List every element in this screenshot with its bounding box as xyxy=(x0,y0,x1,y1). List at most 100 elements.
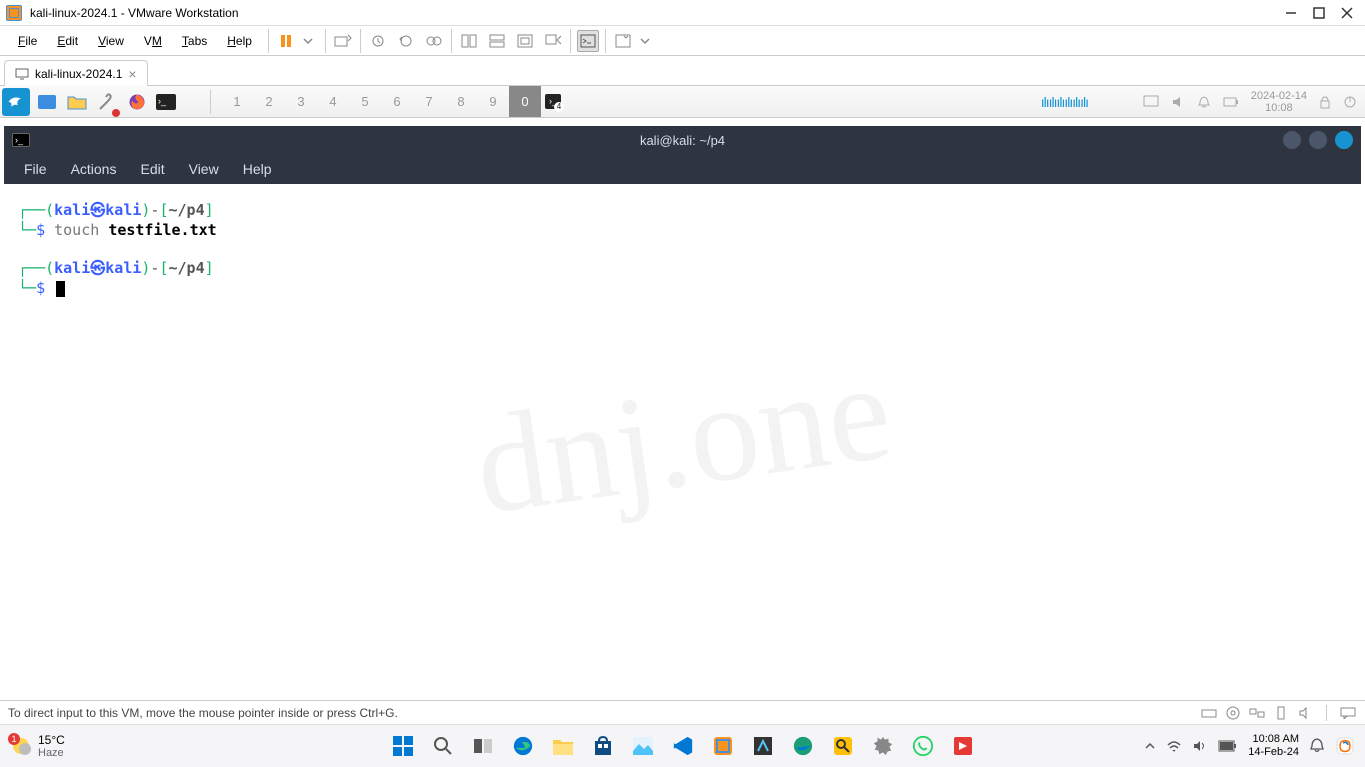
app-icon-3[interactable] xyxy=(947,730,979,762)
panel-files-icon[interactable] xyxy=(62,87,92,117)
windows-taskbar: 1 15°C Haze 10:08 AM 14-Feb-24 xyxy=(0,724,1365,767)
window-title: kali-linux-2024.1 - VMware Workstation xyxy=(30,6,239,20)
panel-power-icon[interactable] xyxy=(1343,95,1357,109)
explorer-icon[interactable] xyxy=(547,730,579,762)
menu-view[interactable]: View xyxy=(88,30,134,52)
layout-double-icon[interactable] xyxy=(486,30,508,52)
snapshot-icon[interactable] xyxy=(367,30,389,52)
whatsapp-icon[interactable] xyxy=(907,730,939,762)
status-sound-icon[interactable] xyxy=(1296,705,1314,721)
start-button[interactable] xyxy=(387,730,419,762)
tray-copilot-icon[interactable] xyxy=(1335,736,1355,756)
fullscreen-icon[interactable] xyxy=(514,30,536,52)
status-usb-icon[interactable] xyxy=(1272,705,1290,721)
store-icon[interactable] xyxy=(587,730,619,762)
vm-tab-label: kali-linux-2024.1 xyxy=(35,67,122,81)
dropdown-icon[interactable] xyxy=(297,30,319,52)
tray-battery-icon[interactable] xyxy=(1218,740,1238,752)
workspace-3[interactable]: 3 xyxy=(285,86,317,117)
layout-single-icon[interactable] xyxy=(458,30,480,52)
minimize-icon[interactable] xyxy=(1285,7,1297,19)
taskbar-weather[interactable]: 1 15°C Haze xyxy=(0,733,75,759)
app-icon-2[interactable] xyxy=(827,730,859,762)
snapshot-manager-icon[interactable] xyxy=(423,30,445,52)
term-menu-help[interactable]: Help xyxy=(231,157,284,181)
terminal-close-icon[interactable] xyxy=(1335,131,1353,149)
taskbar-center xyxy=(387,730,979,762)
panel-firefox-icon[interactable] xyxy=(122,87,152,117)
close-icon[interactable] xyxy=(1341,7,1353,19)
panel-bell-icon[interactable] xyxy=(1197,95,1211,109)
vmware-statusbar: To direct input to this VM, move the mou… xyxy=(0,700,1365,724)
revert-snapshot-icon[interactable] xyxy=(395,30,417,52)
panel-volume-icon[interactable] xyxy=(1171,95,1185,109)
tab-close-icon[interactable]: × xyxy=(128,66,136,82)
status-network-icon[interactable] xyxy=(1248,705,1266,721)
menu-file[interactable]: File xyxy=(8,30,47,52)
term-menu-actions[interactable]: Actions xyxy=(59,157,129,181)
workspace-6[interactable]: 6 xyxy=(381,86,413,117)
menu-help[interactable]: Help xyxy=(217,30,262,52)
status-disk-icon[interactable] xyxy=(1200,705,1218,721)
panel-terminal-icon[interactable]: ›_ xyxy=(156,94,176,110)
separator xyxy=(451,29,452,53)
vm-screen[interactable]: ›_ 1 2 3 4 5 6 7 8 9 0 ›_ 4 ılıılıılıılı… xyxy=(0,86,1365,700)
status-message-icon[interactable] xyxy=(1339,705,1357,721)
vmware-tabbar: kali-linux-2024.1 × xyxy=(0,56,1365,86)
settings-icon[interactable] xyxy=(867,730,899,762)
tray-wifi-icon[interactable] xyxy=(1166,739,1182,753)
separator xyxy=(360,29,361,53)
workspace-7[interactable]: 7 xyxy=(413,86,445,117)
vmware-titlebar: kali-linux-2024.1 - VMware Workstation xyxy=(0,0,1365,26)
search-icon[interactable] xyxy=(427,730,459,762)
panel-battery-icon[interactable] xyxy=(1223,97,1239,107)
status-cd-icon[interactable] xyxy=(1224,705,1242,721)
term-menu-view[interactable]: View xyxy=(177,157,231,181)
pause-button[interactable] xyxy=(275,30,297,52)
stretch-icon[interactable] xyxy=(612,30,634,52)
tray-volume-icon[interactable] xyxy=(1192,739,1208,753)
panel-tools-icon[interactable] xyxy=(92,87,122,117)
workspace-0[interactable]: 0 xyxy=(509,86,541,117)
workspace-8[interactable]: 8 xyxy=(445,86,477,117)
dropdown-icon[interactable] xyxy=(634,30,656,52)
taskbar-clock[interactable]: 10:08 AM 14-Feb-24 xyxy=(1248,733,1299,759)
workspace-9[interactable]: 9 xyxy=(477,86,509,117)
task-terminal-badge[interactable]: ›_ 4 xyxy=(545,94,561,109)
term-menu-edit[interactable]: Edit xyxy=(128,157,176,181)
workspace-2[interactable]: 2 xyxy=(253,86,285,117)
workspace-1[interactable]: 1 xyxy=(221,86,253,117)
tray-notification-icon[interactable] xyxy=(1309,737,1325,755)
kali-menu-icon[interactable] xyxy=(2,88,30,116)
terminal-title-icon: ›_ xyxy=(12,133,30,147)
app-icon-1[interactable] xyxy=(747,730,779,762)
panel-screen-icon[interactable] xyxy=(1143,95,1159,109)
maximize-icon[interactable] xyxy=(1313,7,1325,19)
workspace-4[interactable]: 4 xyxy=(317,86,349,117)
vscode-icon[interactable] xyxy=(667,730,699,762)
edge-icon[interactable] xyxy=(507,730,539,762)
menu-tabs[interactable]: Tabs xyxy=(172,30,217,52)
watermark: dnj.one xyxy=(475,400,890,478)
task-view-icon[interactable] xyxy=(467,730,499,762)
terminal-minimize-icon[interactable] xyxy=(1283,131,1301,149)
menu-edit[interactable]: Edit xyxy=(47,30,88,52)
prompt-block-1: ┌──(kali㉿kali)-[~/p4] └─$ touch testfile… xyxy=(18,200,1347,240)
terminal-maximize-icon[interactable] xyxy=(1309,131,1327,149)
panel-lock-icon[interactable] xyxy=(1319,95,1331,109)
send-ctrl-alt-del-icon[interactable] xyxy=(332,30,354,52)
workspace-5[interactable]: 5 xyxy=(349,86,381,117)
tray-expand-icon[interactable] xyxy=(1144,740,1156,752)
vm-tab[interactable]: kali-linux-2024.1 × xyxy=(4,60,148,86)
console-view-icon[interactable] xyxy=(577,30,599,52)
vmware-taskbar-icon[interactable] xyxy=(707,730,739,762)
panel-clock[interactable]: 2024-02-14 10:08 xyxy=(1251,90,1307,114)
term-menu-file[interactable]: File xyxy=(12,157,59,181)
terminal-titlebar[interactable]: ›_ kali@kali: ~/p4 xyxy=(4,126,1361,154)
photos-icon[interactable] xyxy=(627,730,659,762)
edge-dev-icon[interactable] xyxy=(787,730,819,762)
terminal-body[interactable]: dnj.one ┌──(kali㉿kali)-[~/p4] └─$ touch … xyxy=(4,184,1361,694)
panel-desktop-icon[interactable] xyxy=(38,95,56,109)
menu-vm[interactable]: VM xyxy=(134,30,172,52)
unity-icon[interactable] xyxy=(542,30,564,52)
